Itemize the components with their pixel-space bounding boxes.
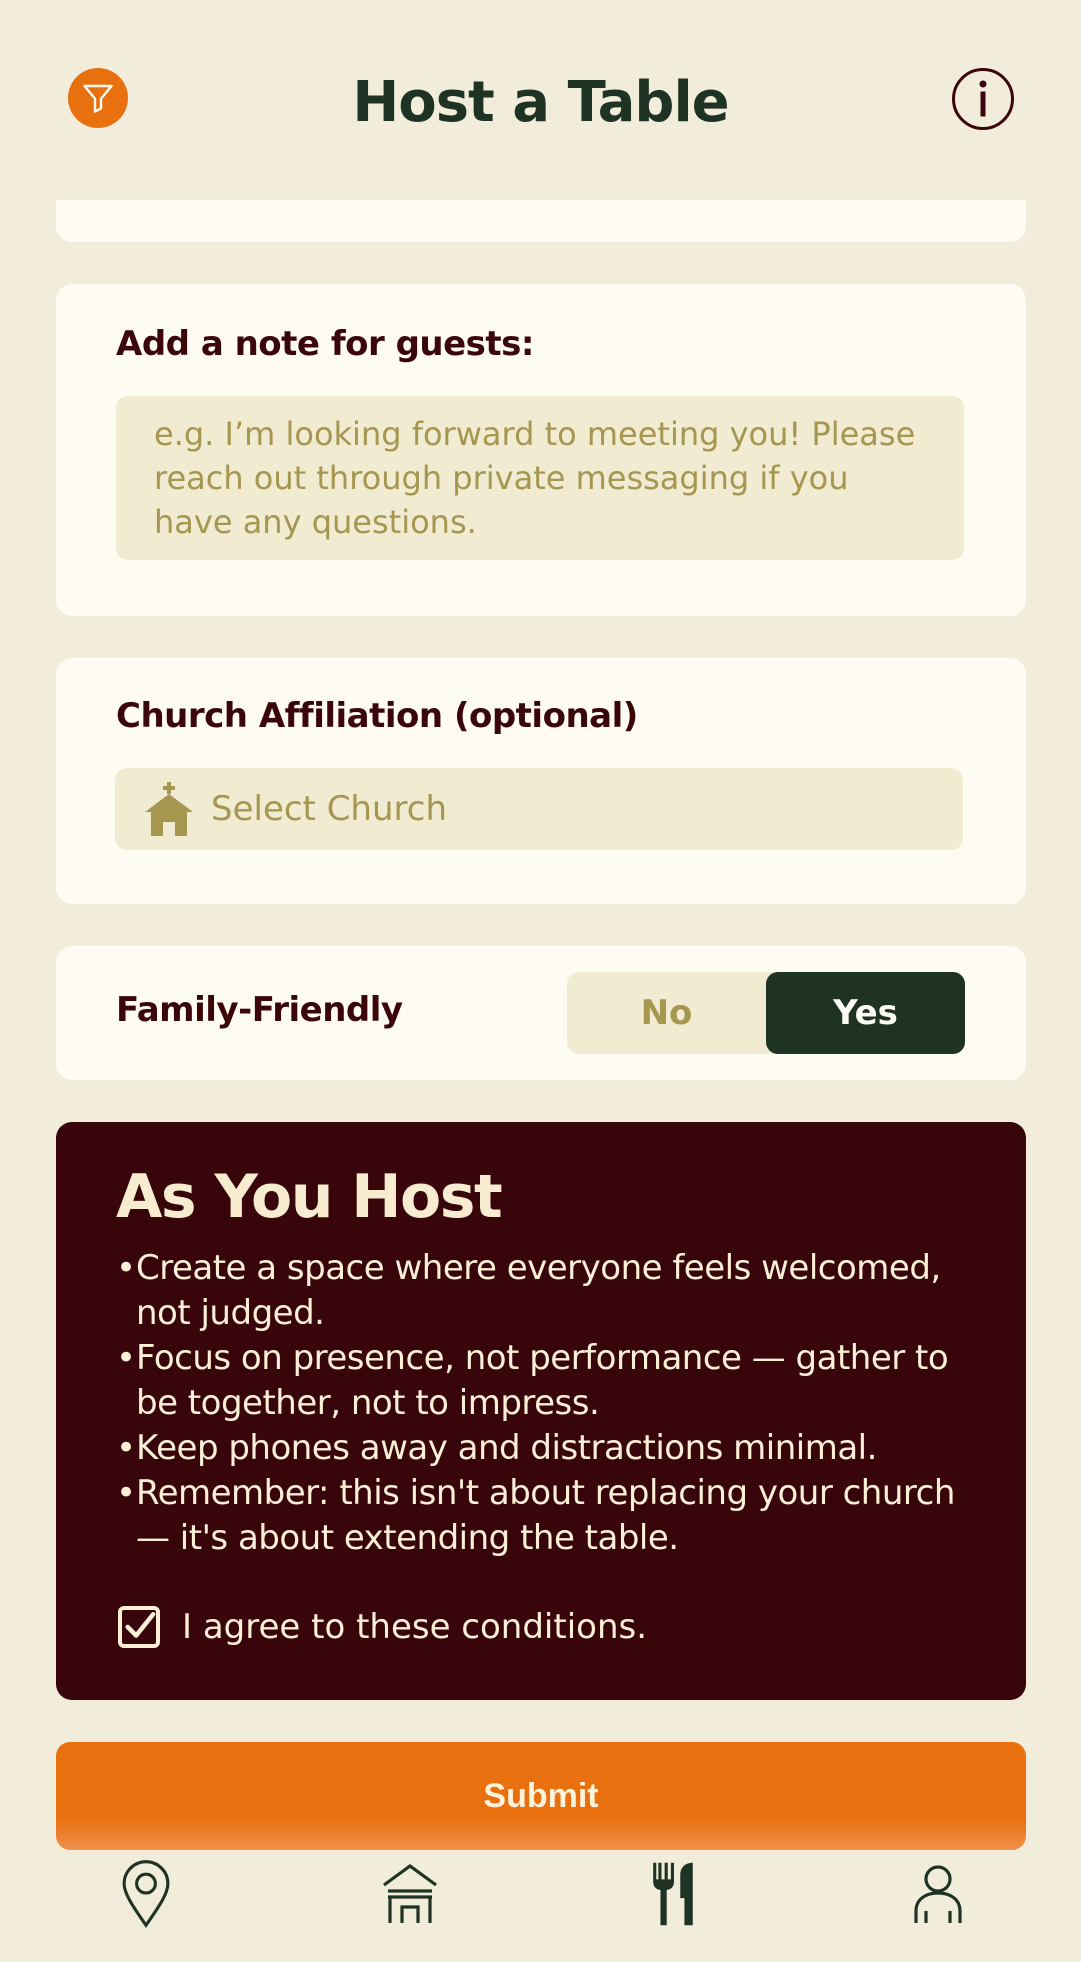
tab-home[interactable]: [370, 1854, 450, 1934]
note-textarea[interactable]: e.g. I’m looking forward to meeting you!…: [116, 396, 964, 560]
previous-card: [56, 200, 1026, 242]
agree-label: I agree to these conditions.: [182, 1607, 648, 1647]
map-pin-icon: [122, 1860, 170, 1928]
guideline-item: Remember: this isn't about replacing you…: [116, 1471, 996, 1561]
checkmark-icon: [125, 1611, 156, 1638]
note-label: Add a note for guests:: [116, 324, 535, 364]
header: Host a Table: [0, 0, 1081, 200]
toggle-option-no[interactable]: No: [567, 972, 766, 1054]
guideline-item: Create a space where everyone feels welc…: [116, 1246, 996, 1336]
host-guidelines-box: As You Host Create a space where everyon…: [56, 1122, 1026, 1700]
tab-host-table[interactable]: [634, 1854, 714, 1934]
submit-button[interactable]: Submit: [56, 1742, 1026, 1850]
agree-checkbox[interactable]: [118, 1606, 160, 1648]
home-icon: [383, 1864, 437, 1923]
church-icon: [145, 782, 193, 836]
select-church-label: Select Church: [211, 789, 448, 829]
host-guidelines-title: As You Host: [116, 1162, 503, 1232]
fork-knife-icon: [653, 1862, 693, 1926]
tab-map[interactable]: [106, 1854, 186, 1934]
profile-icon: [914, 1865, 962, 1923]
family-friendly-label: Family-Friendly: [116, 990, 403, 1030]
family-friendly-toggle: No Yes: [567, 972, 965, 1054]
bottom-tab-bar: [0, 1850, 1081, 1962]
toggle-option-yes[interactable]: Yes: [766, 972, 965, 1054]
agree-row[interactable]: I agree to these conditions.: [118, 1606, 647, 1648]
tab-profile[interactable]: [898, 1854, 978, 1934]
church-card: Church Affiliation (optional) Select Chu…: [56, 658, 1026, 904]
select-church-dropdown[interactable]: Select Church: [115, 768, 963, 850]
note-card: Add a note for guests: e.g. I’m looking …: [56, 284, 1026, 616]
guideline-item: Focus on presence, not performance — gat…: [116, 1336, 996, 1426]
info-icon: [979, 80, 987, 117]
info-button[interactable]: [952, 68, 1014, 130]
page-title: Host a Table: [352, 70, 729, 135]
guideline-item: Keep phones away and distractions minima…: [116, 1426, 996, 1471]
family-friendly-card: Family-Friendly No Yes: [56, 946, 1026, 1080]
church-label: Church Affiliation (optional): [116, 696, 638, 736]
host-guidelines-list: Create a space where everyone feels welc…: [116, 1246, 996, 1561]
